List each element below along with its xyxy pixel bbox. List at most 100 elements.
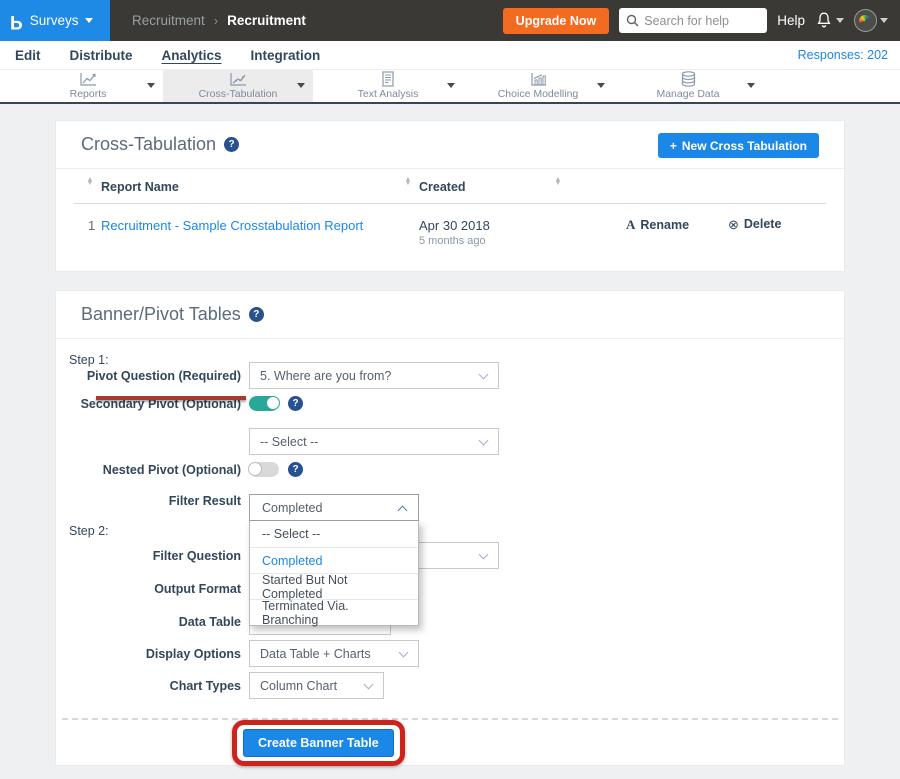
tab-choice-modelling[interactable]: Choice Modelling bbox=[463, 70, 613, 102]
create-banner-table-button[interactable]: Create Banner Table bbox=[243, 729, 394, 757]
help-circle-icon[interactable]: ? bbox=[249, 307, 264, 322]
chevron-down-icon[interactable] bbox=[747, 83, 755, 88]
help-circle-icon[interactable]: ? bbox=[224, 137, 239, 152]
nav-item-edit[interactable]: Edit bbox=[15, 48, 41, 63]
row-number: 1 bbox=[88, 218, 95, 233]
chart-types-select[interactable]: Column Chart bbox=[249, 672, 384, 699]
chevron-down-icon bbox=[479, 436, 489, 446]
surveys-menu-label: Surveys bbox=[30, 13, 79, 28]
chevron-down-icon bbox=[85, 18, 93, 23]
rename-button[interactable]: A Rename bbox=[626, 217, 689, 233]
tab-cross-tabulation[interactable]: Cross-Tabulation bbox=[163, 70, 313, 102]
chevron-down-icon bbox=[399, 648, 409, 658]
nested-pivot-toggle[interactable] bbox=[249, 462, 279, 477]
breadcrumb-current: Recruitment bbox=[227, 13, 306, 28]
secondary-pivot-toggle[interactable] bbox=[249, 396, 279, 411]
secondary-pivot-select[interactable]: -- Select -- bbox=[249, 428, 499, 455]
delete-button[interactable]: ⊗ Delete bbox=[728, 217, 781, 231]
section-title: Banner/Pivot Tables bbox=[81, 304, 241, 325]
chevron-down-icon[interactable] bbox=[597, 83, 605, 88]
tab-label: Cross-Tabulation bbox=[199, 88, 278, 100]
chart-types-row: Chart Types Column Chart bbox=[56, 672, 384, 699]
tab-text-analysis[interactable]: Text Analysis bbox=[313, 70, 463, 102]
report-table-header: ▲▼ Report Name ▲▼ Created ▲▼ bbox=[74, 169, 826, 204]
upgrade-now-button[interactable]: Upgrade Now bbox=[503, 8, 610, 34]
breadcrumb-parent[interactable]: Recruitment bbox=[132, 13, 205, 28]
help-circle-icon[interactable]: ? bbox=[288, 462, 303, 477]
secondary-select-row: -- Select -- bbox=[56, 428, 499, 455]
tab-label: Choice Modelling bbox=[498, 88, 579, 100]
sort-icon[interactable]: ▲▼ bbox=[86, 178, 94, 186]
display-options-label: Display Options bbox=[56, 647, 241, 661]
annotation-red-underline bbox=[96, 396, 246, 400]
pivot-question-label: Pivot Question (Required) bbox=[56, 369, 241, 383]
filter-result-open-dropdown: Completed -- Select -- Completed Started… bbox=[249, 494, 419, 626]
option-started-not-completed[interactable]: Started But Not Completed bbox=[250, 573, 418, 599]
line-chart-icon bbox=[78, 72, 98, 87]
help-circle-icon[interactable]: ? bbox=[288, 396, 303, 411]
chevron-down-icon bbox=[364, 680, 374, 690]
table-row: 1 Recruitment - Sample Crosstabulation R… bbox=[74, 204, 826, 266]
option-completed[interactable]: Completed bbox=[250, 547, 418, 573]
plus-icon: + bbox=[670, 139, 677, 153]
chevron-down-icon[interactable] bbox=[297, 83, 305, 88]
rename-icon: A bbox=[626, 217, 635, 233]
tab-label: Text Analysis bbox=[358, 88, 419, 100]
tab-manage-data[interactable]: Manage Data bbox=[613, 70, 763, 102]
account-menu[interactable] bbox=[854, 9, 888, 32]
annotation-red-ring: Create Banner Table bbox=[232, 720, 405, 766]
option-select[interactable]: -- Select -- bbox=[250, 521, 418, 547]
help-search-box[interactable] bbox=[619, 8, 767, 33]
page-title: Cross-Tabulation bbox=[81, 134, 216, 155]
pivot-question-value: 5. Where are you from? bbox=[260, 369, 391, 383]
questionpro-logo-icon: P bbox=[10, 10, 23, 32]
filter-result-select[interactable]: Completed bbox=[249, 494, 419, 521]
display-options-row: Display Options Data Table + Charts bbox=[56, 640, 419, 667]
banner-pivot-form: Step 1: Pivot Question (Required) 5. Whe… bbox=[56, 339, 844, 766]
option-terminated-branching[interactable]: Terminated Via. Branching bbox=[250, 599, 418, 625]
database-icon bbox=[680, 72, 697, 87]
column-created[interactable]: Created bbox=[419, 180, 466, 194]
search-input[interactable] bbox=[644, 14, 754, 28]
pivot-question-select[interactable]: 5. Where are you from? bbox=[249, 362, 499, 389]
tab-label: Manage Data bbox=[656, 88, 719, 100]
filter-result-label: Filter Result bbox=[56, 494, 241, 508]
report-name-link[interactable]: Recruitment - Sample Crosstabulation Rep… bbox=[101, 218, 363, 233]
tab-reports[interactable]: Reports bbox=[13, 70, 163, 102]
chevron-down-icon bbox=[479, 550, 489, 560]
notifications-menu[interactable] bbox=[815, 11, 844, 30]
output-format-label: Output Format bbox=[56, 582, 241, 596]
nested-pivot-label: Nested Pivot (Optional) bbox=[56, 463, 241, 477]
sort-icon[interactable]: ▲▼ bbox=[404, 178, 412, 186]
responses-count[interactable]: Responses: 202 bbox=[798, 48, 888, 62]
chart-types-label: Chart Types bbox=[56, 679, 241, 693]
chevron-down-icon[interactable] bbox=[147, 83, 155, 88]
nav-item-analytics[interactable]: Analytics bbox=[162, 48, 222, 63]
cross-tabulation-card: Cross-Tabulation ? + New Cross Tabulatio… bbox=[55, 120, 845, 272]
search-icon bbox=[626, 14, 639, 27]
filter-result-row: Filter Result bbox=[56, 494, 241, 508]
dashed-divider bbox=[62, 718, 838, 720]
display-options-value: Data Table + Charts bbox=[260, 647, 371, 661]
nested-pivot-row: Nested Pivot (Optional) ? bbox=[56, 462, 303, 477]
filter-result-value: Completed bbox=[262, 501, 322, 515]
cross-tabulation-header: Cross-Tabulation ? + New Cross Tabulatio… bbox=[56, 121, 844, 169]
header-right-controls: Upgrade Now Help bbox=[503, 0, 888, 41]
chevron-up-icon bbox=[398, 506, 408, 516]
display-options-select[interactable]: Data Table + Charts bbox=[249, 640, 419, 667]
surveys-menu[interactable]: P Surveys bbox=[0, 0, 110, 41]
scatter-chart-icon bbox=[228, 72, 248, 87]
delete-icon: ⊗ bbox=[728, 218, 739, 231]
data-table-label: Data Table bbox=[56, 615, 241, 629]
sort-icon[interactable]: ▲▼ bbox=[554, 178, 562, 186]
new-cross-tabulation-button[interactable]: + New Cross Tabulation bbox=[658, 133, 819, 158]
chevron-down-icon[interactable] bbox=[447, 83, 455, 88]
pivot-question-row: Pivot Question (Required) 5. Where are y… bbox=[56, 362, 499, 389]
nav-item-integration[interactable]: Integration bbox=[251, 48, 321, 63]
rename-label: Rename bbox=[640, 218, 689, 232]
nav-item-distribute[interactable]: Distribute bbox=[70, 48, 133, 63]
filter-question-label: Filter Question bbox=[56, 549, 241, 563]
column-report-name[interactable]: Report Name bbox=[101, 180, 179, 194]
chevron-down-icon bbox=[880, 18, 888, 23]
help-link[interactable]: Help bbox=[777, 13, 805, 28]
